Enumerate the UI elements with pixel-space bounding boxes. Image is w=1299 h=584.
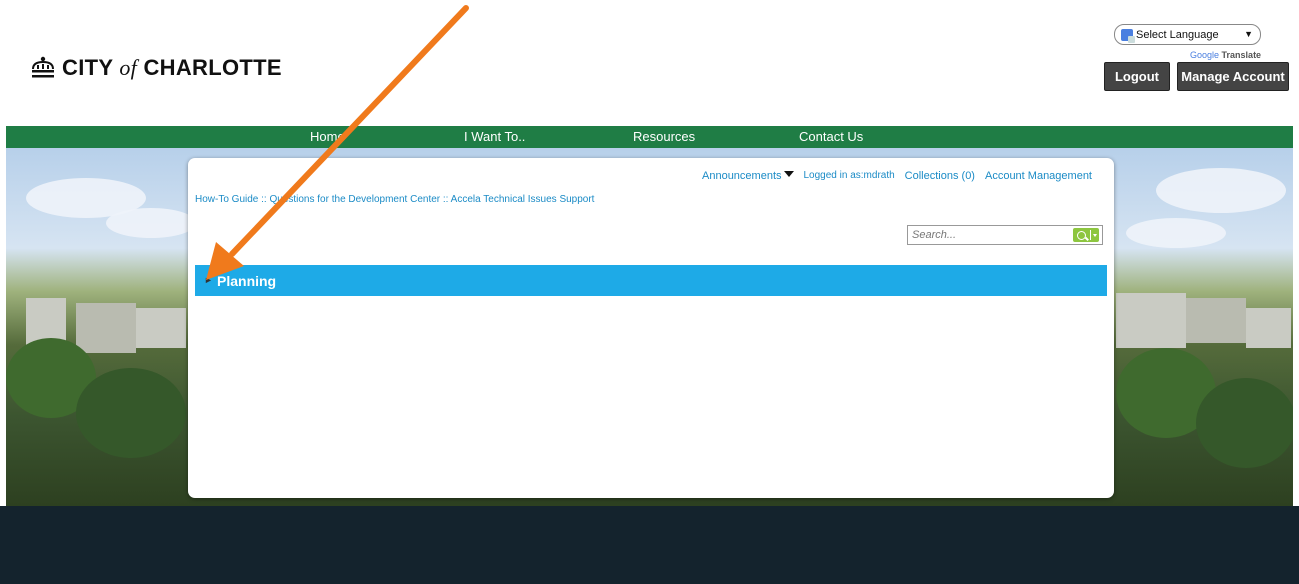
caret-down-icon — [783, 171, 794, 177]
dropdown-icon — [1093, 233, 1097, 237]
google-translate-credit[interactable]: Google Translate — [1190, 50, 1261, 60]
translate-label: Translate — [1221, 50, 1262, 60]
main-nav: Home I Want To.. Resources Contact Us — [6, 126, 1293, 148]
planning-section-header[interactable]: ► Planning — [195, 265, 1107, 296]
logo-city: CITY — [62, 55, 113, 80]
logo-name: CHARLOTTE — [143, 55, 282, 80]
footer — [0, 506, 1299, 584]
search-input[interactable]: Search... — [912, 229, 956, 241]
collections-link[interactable]: Collections (0) — [905, 170, 975, 182]
account-links: Announcements Logged in as:mdrath Collec… — [702, 170, 1092, 182]
nav-resources[interactable]: Resources — [633, 129, 695, 144]
search-box[interactable]: Search... — [907, 225, 1103, 245]
city-logo[interactable]: CITY of CHARLOTTE — [30, 55, 282, 81]
nav-contact-us[interactable]: Contact Us — [799, 129, 863, 144]
nav-home[interactable]: Home — [310, 129, 345, 144]
nav-i-want-to[interactable]: I Want To.. — [464, 129, 525, 144]
logged-in-status: Logged in as:mdrath — [803, 170, 895, 181]
language-select-label: Select Language — [1136, 28, 1219, 41]
announcements-link[interactable]: Announcements — [702, 170, 794, 182]
crown-icon — [32, 56, 54, 78]
expand-caret-icon: ► — [204, 275, 213, 285]
breadcrumb[interactable]: How-To Guide :: Questions for the Develo… — [195, 194, 594, 205]
planning-label: Planning — [217, 273, 277, 289]
search-icon — [1077, 230, 1086, 240]
manage-account-button[interactable]: Manage Account — [1177, 62, 1289, 91]
google-label: Google — [1190, 50, 1220, 60]
account-management-link[interactable]: Account Management — [985, 170, 1092, 182]
language-select[interactable]: Select Language ▼ — [1114, 24, 1261, 45]
content-card: Announcements Logged in as:mdrath Collec… — [188, 158, 1114, 498]
search-button[interactable] — [1073, 228, 1099, 242]
logo-of: of — [119, 55, 138, 80]
logout-button[interactable]: Logout — [1104, 62, 1170, 91]
chevron-down-icon: ▼ — [1244, 29, 1253, 39]
translate-icon — [1121, 28, 1135, 43]
